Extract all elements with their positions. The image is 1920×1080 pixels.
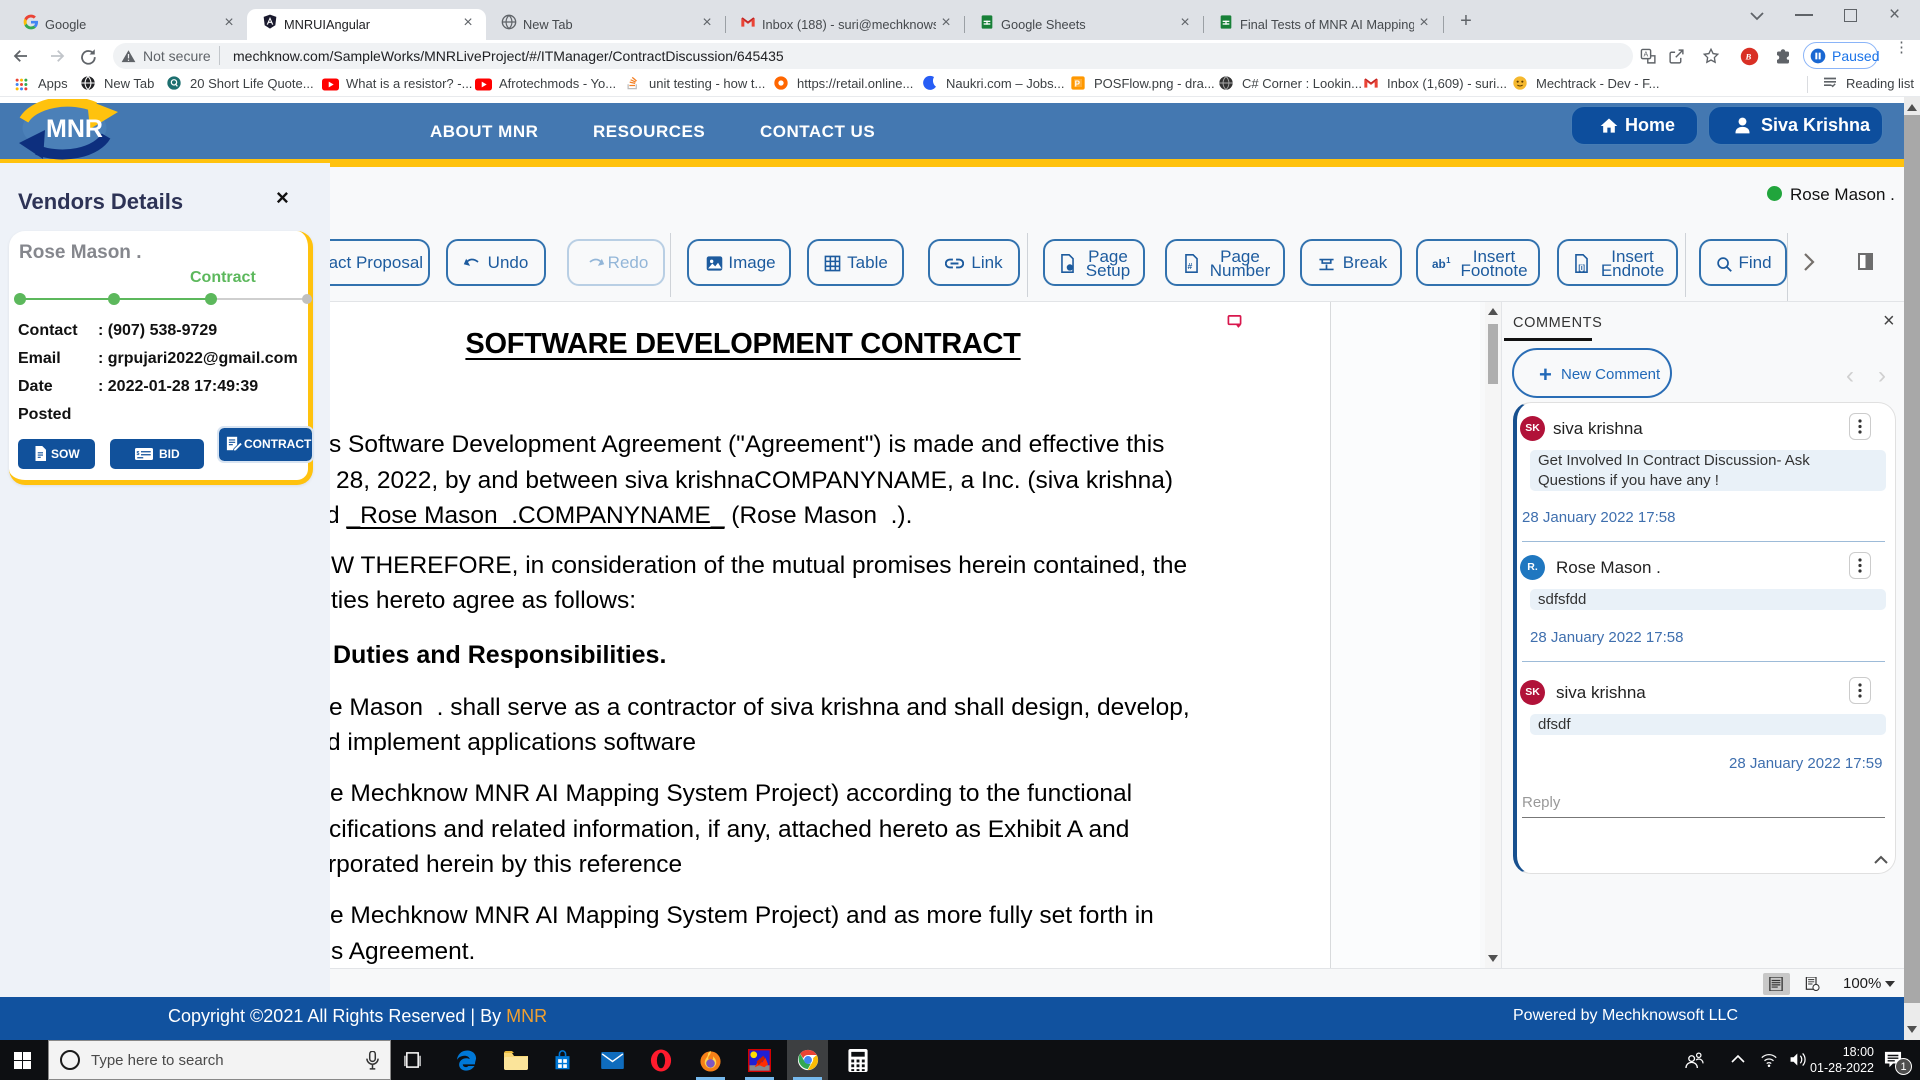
svg-text:A: A — [1644, 51, 1649, 59]
svg-text:$: $ — [137, 451, 140, 457]
svg-text:P: P — [1075, 79, 1081, 88]
svg-text:MNR: MNR — [46, 115, 103, 143]
svg-text:B: B — [1745, 52, 1752, 62]
